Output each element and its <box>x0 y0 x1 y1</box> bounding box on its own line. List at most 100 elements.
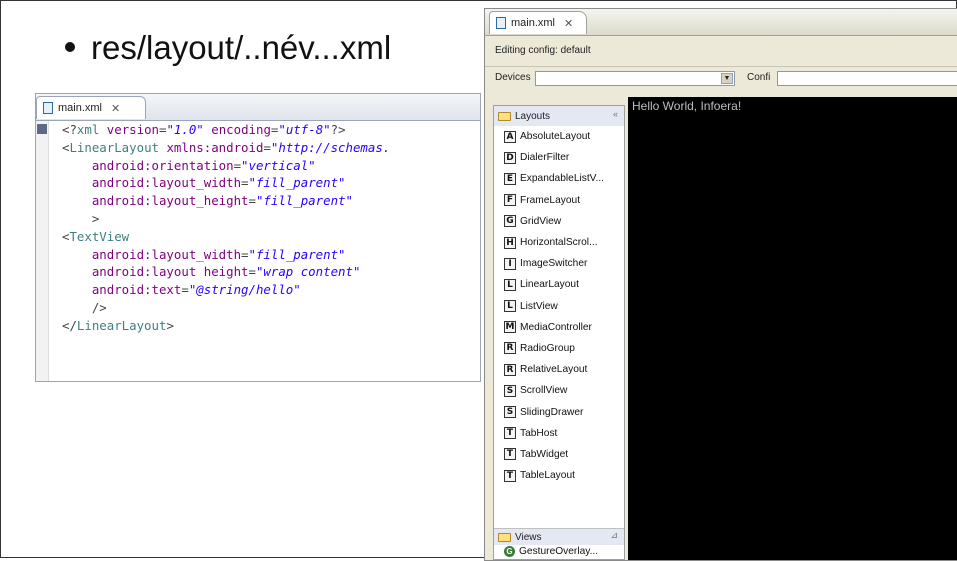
xml-editor-tab-label: main.xml <box>58 102 103 114</box>
palette-item[interactable]: L ListView <box>504 296 624 317</box>
layout-editor-tab-label: main.xml <box>511 17 556 29</box>
palette-item[interactable]: F FrameLayout <box>504 190 624 211</box>
widget-palette: Layouts « A AbsoluteLayout D DialerFilter E E… <box>493 105 625 560</box>
code-line: </LinearLayout> <box>62 317 174 333</box>
palette-item[interactable]: G GridView <box>504 211 624 232</box>
widget-letter-icon: F <box>504 194 516 207</box>
palette-item[interactable]: T TabHost <box>504 423 624 444</box>
code-line: /> <box>62 299 107 315</box>
widget-letter-icon: S <box>504 384 516 397</box>
devices-label: Devices <box>495 72 531 83</box>
palette-item[interactable]: R RadioGroup <box>504 338 624 359</box>
layout-editor-tabbar: main.xml ✕ <box>485 9 957 36</box>
palette-item[interactable]: S ScrollView <box>504 380 624 401</box>
editor-gutter <box>36 121 49 381</box>
palette-item-label: TabWidget <box>520 448 569 460</box>
widget-letter-icon: I <box>504 257 516 270</box>
layout-editor-window: main.xml ✕ Editing config: default Devic… <box>484 8 957 561</box>
palette-item-label: TabHost <box>520 427 558 439</box>
collapse-icon[interactable]: « <box>613 109 618 119</box>
widget-letter-icon: D <box>504 151 516 164</box>
config-short-label: Confi <box>747 72 771 83</box>
widget-letter-icon: S <box>504 406 516 419</box>
widget-letter-icon: R <box>504 342 516 355</box>
layout-file-icon <box>496 17 506 29</box>
config-label: Editing config: default <box>485 36 957 67</box>
code-line: <?xml version="1.0" encoding="utf-8"?> <box>62 122 346 137</box>
palette-item[interactable]: A AbsoluteLayout <box>504 126 624 147</box>
palette-item-label: ExpandableListV... <box>520 173 605 185</box>
palette-item-label: ScrollView <box>520 385 568 397</box>
widget-letter-icon: M <box>504 321 516 334</box>
pin-icon[interactable]: ⊿ <box>610 530 618 541</box>
xml-code-text: <?xml version="1.0" encoding="utf-8"?> <L… <box>62 121 390 335</box>
views-header[interactable]: Views ⊿ <box>494 528 624 545</box>
xml-file-icon <box>43 102 53 114</box>
widget-letter-icon: A <box>504 130 516 143</box>
palette-item[interactable]: H HorizontalScrol... <box>504 232 624 253</box>
widget-letter-icon: L <box>504 278 516 291</box>
palette-item[interactable]: T TableLayout <box>504 465 624 486</box>
code-line: > <box>62 210 100 226</box>
palette-item-label: RelativeLayout <box>520 364 588 376</box>
layout-editor-tab[interactable]: main.xml ✕ <box>489 11 587 34</box>
code-line: <LinearLayout xmlns:android="http://sche… <box>62 139 391 155</box>
palette-item[interactable]: D DialerFilter <box>504 147 624 168</box>
xml-editor-tabbar: main.xml ✕ <box>36 94 480 121</box>
bullet-dot <box>65 42 75 53</box>
palette-item[interactable]: M MediaController <box>504 317 624 338</box>
code-line: android:text="@string/hello" <box>62 282 301 298</box>
palette-item[interactable]: T TabWidget <box>504 444 624 465</box>
layouts-list: A AbsoluteLayout D DialerFilter E ExpandableL… <box>494 126 624 486</box>
widget-letter-icon: T <box>504 469 516 482</box>
palette-item-label: MediaController <box>520 321 592 333</box>
gesture-overlay-icon: G <box>504 546 515 557</box>
layouts-header[interactable]: Layouts « <box>494 106 624 126</box>
palette-item-label: FrameLayout <box>520 194 581 206</box>
bullet-text: res/layout/..név...xml <box>91 29 392 66</box>
palette-item-label: HorizontalScrol... <box>520 237 598 249</box>
palette-item-gesture-overlay[interactable]: G GestureOverlay... <box>504 546 598 557</box>
widget-letter-icon: H <box>504 236 516 249</box>
folder-icon <box>498 111 511 121</box>
code-line: android:layout_width="fill_parent" <box>62 246 346 262</box>
palette-item-label: RadioGroup <box>520 342 575 354</box>
code-line: android:layout height="wrap content" <box>62 264 361 280</box>
palette-item-label: SlidingDrawer <box>520 406 584 418</box>
widget-letter-icon: E <box>504 172 516 185</box>
palette-item[interactable]: R RelativeLayout <box>504 359 624 380</box>
widget-letter-icon: T <box>504 448 516 461</box>
folder-icon <box>498 532 511 542</box>
palette-item-label: LinearLayout <box>520 279 579 291</box>
palette-item-label: GestureOverlay... <box>519 546 599 557</box>
line-marker-icon <box>37 124 47 134</box>
palette-item-label: ImageSwitcher <box>520 258 588 270</box>
code-line: <TextView <box>62 228 130 244</box>
palette-item[interactable]: L LinearLayout <box>504 274 624 295</box>
slide: res/layout/..név...xml main.xml ✕ <?xml … <box>0 0 957 561</box>
close-icon[interactable]: ✕ <box>111 102 120 115</box>
layout-preview-canvas[interactable]: Hello World, Infoera! <box>628 97 957 560</box>
close-icon[interactable]: ✕ <box>564 17 573 30</box>
views-header-label: Views <box>515 531 542 543</box>
palette-item[interactable]: E ExpandableListV... <box>504 168 624 189</box>
palette-item[interactable]: I ImageSwitcher <box>504 253 624 274</box>
chevron-down-icon[interactable]: ▼ <box>721 73 733 84</box>
palette-item-label: DialerFilter <box>520 152 570 164</box>
devices-select[interactable]: ▼ <box>535 71 735 86</box>
xml-editor-window: main.xml ✕ <?xml version="1.0" encoding=… <box>35 93 481 382</box>
code-line: android:layout_height="fill_parent" <box>62 193 353 209</box>
code-line: android:orientation="vertical" <box>62 157 316 173</box>
xml-editor-tab[interactable]: main.xml ✕ <box>36 96 146 119</box>
code-line: android:layout_width="fill_parent" <box>62 175 346 191</box>
config-select[interactable] <box>777 71 957 86</box>
palette-item[interactable]: S SlidingDrawer <box>504 401 624 422</box>
devices-bar: Devices ▼ Confi <box>485 67 957 91</box>
xml-code-area[interactable]: <?xml version="1.0" encoding="utf-8"?> <L… <box>36 121 480 381</box>
palette-item-label: GridView <box>520 215 562 227</box>
layouts-header-label: Layouts <box>515 110 551 122</box>
palette-item-label: ListView <box>520 300 558 312</box>
palette-item-label: AbsoluteLayout <box>520 131 591 143</box>
widget-letter-icon: L <box>504 300 516 313</box>
widget-letter-icon: T <box>504 427 516 440</box>
